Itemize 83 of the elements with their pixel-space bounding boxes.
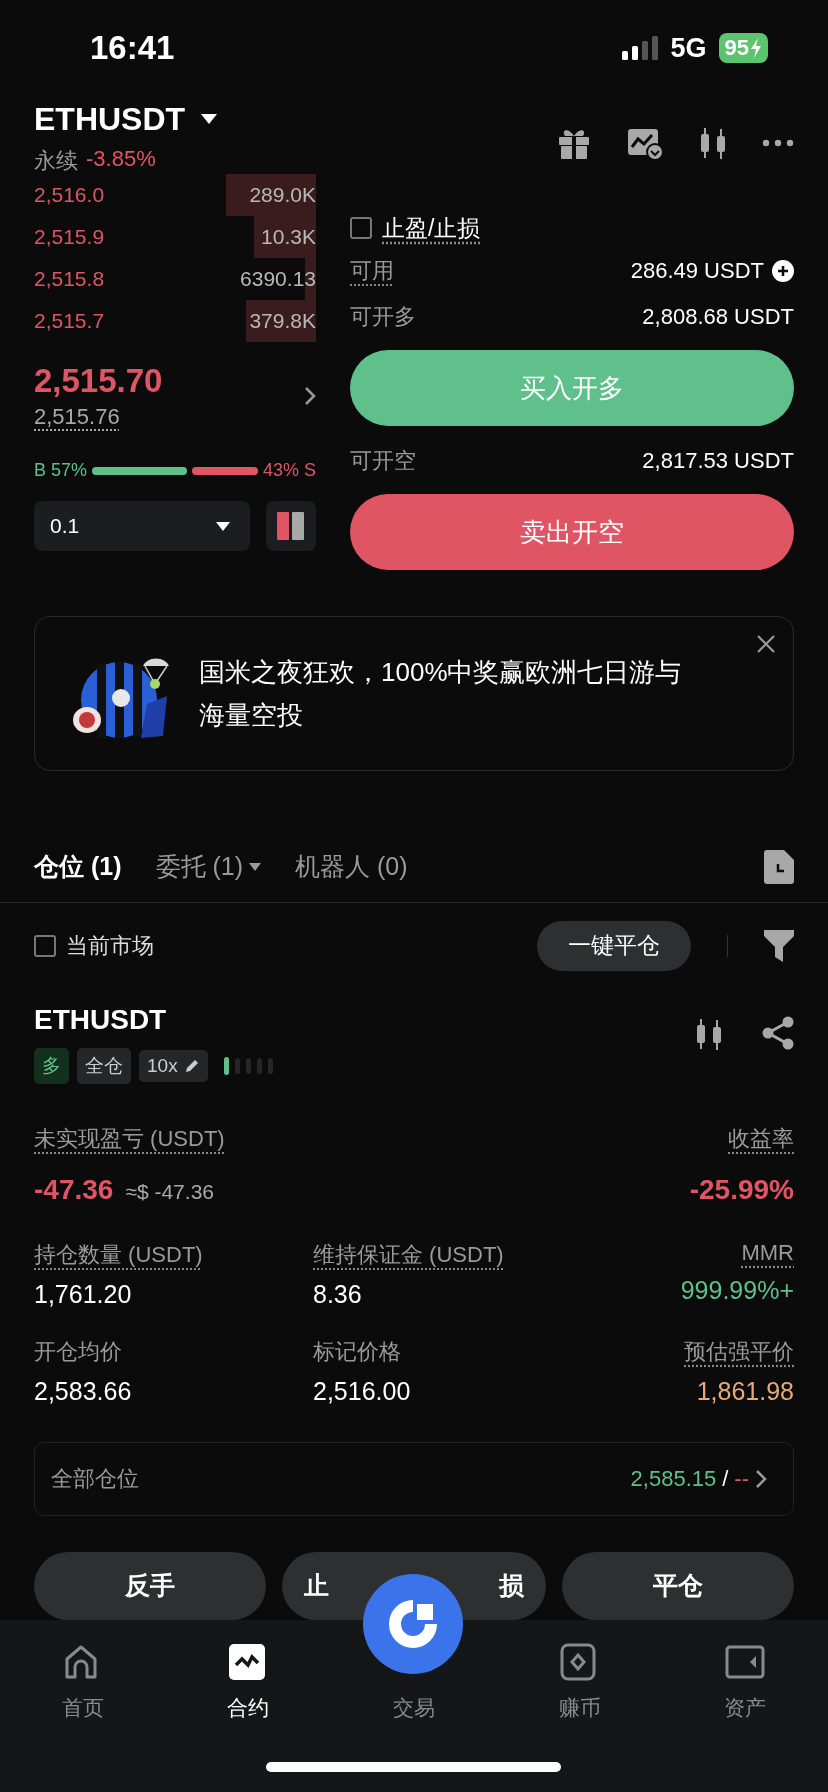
field-value: 999.99%+ <box>680 1276 794 1306</box>
tab[interactable]: 仓位 (1) <box>34 850 122 884</box>
all-positions-label: 全部仓位 <box>51 1464 139 1493</box>
max-long-label: 可开多 <box>350 303 416 332</box>
last-price: 2,515.70 <box>34 362 163 401</box>
checkbox[interactable] <box>350 217 372 240</box>
total-value: 2,585.15 <box>630 1465 717 1492</box>
close-icon[interactable] <box>757 635 775 654</box>
current-market-label[interactable]: 当前市场 <box>66 930 154 961</box>
margin-mode-tag: 全仓 <box>77 1048 131 1085</box>
field-label: 持仓数量 (USDT) <box>34 1241 204 1270</box>
field-value: 2,583.66 <box>34 1377 133 1407</box>
buy-ratio: B 57% <box>34 460 88 482</box>
battery-indicator: 95 <box>718 33 768 64</box>
checkbox[interactable] <box>34 934 56 957</box>
candlestick-icon[interactable] <box>698 125 728 162</box>
tab[interactable]: 机器人 (0) <box>295 850 408 884</box>
sell-short-button[interactable]: 卖出开空 <box>350 494 794 571</box>
max-short-value: 2,817.53 USDT <box>642 448 794 475</box>
side-tag: 多 <box>34 1048 69 1085</box>
share-icon[interactable] <box>762 1016 794 1051</box>
layout-button[interactable] <box>266 501 316 552</box>
field-label: 标记价格 <box>313 1338 402 1367</box>
separator: / <box>722 1465 729 1492</box>
pnl-label: 未实现盈亏 (USDT) <box>34 1125 225 1154</box>
max-short-label: 可开空 <box>350 447 416 476</box>
action-button[interactable]: 反手 <box>34 1551 266 1620</box>
pencil-icon <box>183 1058 200 1075</box>
pnl-usd: ≈$ -47.36 <box>125 1180 214 1205</box>
chevron-right-icon <box>755 1468 767 1489</box>
field-label: MMR <box>741 1240 794 1267</box>
nav-tab[interactable]: 首页 <box>0 1641 166 1722</box>
contract-type: 永续 <box>34 147 78 176</box>
unrealized-pnl: -47.36 <box>34 1174 114 1207</box>
caret-icon[interactable] <box>201 114 218 125</box>
signal-icon <box>622 36 659 61</box>
tp-sl-label[interactable]: 止盈/止损 <box>382 212 481 244</box>
candlestick-icon[interactable] <box>694 1016 724 1053</box>
chevron-right-icon[interactable] <box>304 386 316 407</box>
action-button[interactable]: 平仓 <box>562 1551 794 1620</box>
available-value: 286.49 USDT <box>630 258 764 285</box>
all-positions-row[interactable]: 全部仓位 2,585.15 / -- <box>34 1442 794 1516</box>
ask-price[interactable]: 2,515.8 <box>34 267 105 292</box>
caret-icon <box>216 521 230 531</box>
max-long-value: 2,808.68 USDT <box>642 304 794 331</box>
roe-value: -25.99% <box>689 1174 794 1207</box>
leverage-button[interactable]: 10x <box>139 1050 208 1083</box>
promo-banner[interactable]: 国米之夜狂欢，100%中奖赢欧洲七日游与海量空投 <box>34 616 794 771</box>
field-label: 开仓均价 <box>34 1338 123 1367</box>
nav-tab[interactable]: 合约 <box>165 1641 332 1722</box>
sell-ratio: 43% S <box>262 460 316 482</box>
tab[interactable]: 委托 (1) <box>155 850 261 884</box>
ask-price[interactable]: 2,515.7 <box>34 309 105 334</box>
filter-icon[interactable] <box>764 929 794 962</box>
nav-tab[interactable]: 交易 <box>331 1693 497 1722</box>
close-all-button[interactable]: 一键平仓 <box>536 920 691 971</box>
risk-meter-icon <box>223 1057 276 1076</box>
ask-price[interactable]: 2,516.0 <box>34 183 105 208</box>
plus-circle-icon[interactable] <box>772 260 794 283</box>
position-symbol: ETHUSDT <box>34 1004 168 1037</box>
ask-price[interactable]: 2,515.9 <box>34 225 105 250</box>
field-value: 1,861.98 <box>696 1377 794 1407</box>
bolt-icon <box>750 38 762 59</box>
mark-price: 2,515.76 <box>34 404 121 431</box>
depth-step-dropdown[interactable]: 0.1 <box>34 501 250 552</box>
field-value: 8.36 <box>313 1280 363 1310</box>
sell-ratio-bar <box>191 466 258 475</box>
document-clock-icon[interactable] <box>764 849 794 884</box>
field-value: 1,761.20 <box>34 1280 133 1310</box>
roe-label: 收益率 <box>728 1125 794 1154</box>
price-change: -3.85% <box>86 146 156 174</box>
network-label: 5G <box>670 32 707 64</box>
total-pnl: -- <box>734 1465 749 1492</box>
field-label: 维持保证金 (USDT) <box>313 1241 505 1270</box>
status-time: 16:41 <box>90 29 175 68</box>
available-label: 可用 <box>350 257 394 286</box>
nav-tab[interactable]: 赚币 <box>496 1641 663 1722</box>
field-label: 预估强平价 <box>684 1338 794 1367</box>
layout-icon <box>277 512 305 541</box>
field-value: 2,516.00 <box>313 1377 412 1407</box>
nav-tab[interactable]: 资产 <box>662 1641 828 1722</box>
banner-text: 国米之夜狂欢，100%中奖赢欧洲七日游与海量空投 <box>199 655 683 732</box>
market-symbol[interactable]: ETHUSDT <box>34 100 186 138</box>
